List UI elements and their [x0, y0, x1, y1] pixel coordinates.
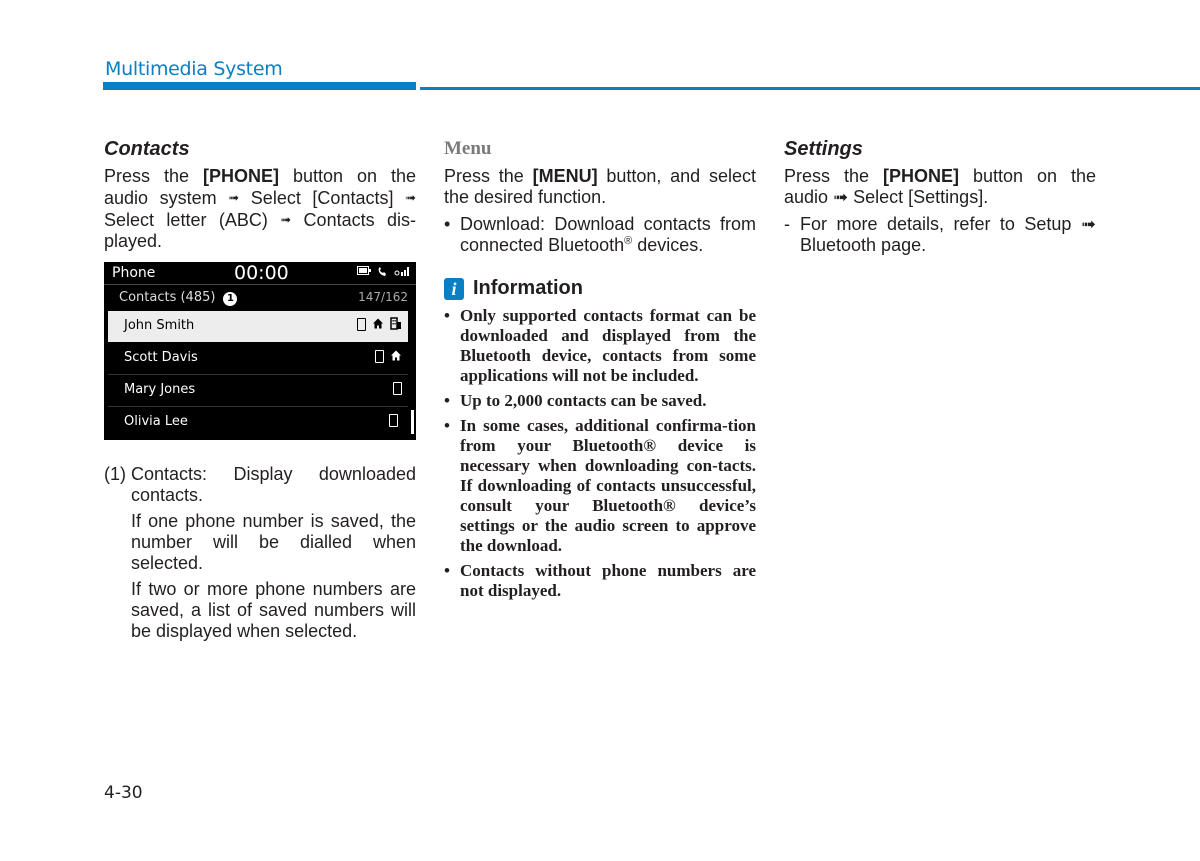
contact-name: Scott Davis [124, 350, 198, 365]
menu-bullets: Download: Download contacts from connect… [444, 214, 756, 255]
settings-heading: Settings [784, 138, 863, 160]
mobile-icon [357, 318, 366, 331]
screen-status-bar: Phone 00:00 [104, 262, 416, 285]
menu-heading: Menu [444, 138, 492, 159]
callout-badge: 1 [223, 292, 238, 306]
contacts-subheader: Contacts (485) 1 147/162 [104, 285, 416, 310]
screen-caption: (1) Contacts: Display downloaded contact… [104, 464, 416, 647]
contacts-heading: Contacts [104, 138, 190, 160]
phone-handset-icon [378, 267, 386, 276]
phone-contacts-screen: Phone 00:00 Contacts (485) 1 147/162 John… [104, 262, 416, 440]
section-header-title: Multimedia System [105, 58, 283, 80]
screen-title: Phone [112, 265, 156, 281]
contacts-page-count: 147/162 [358, 290, 408, 304]
contact-row[interactable]: Mary Jones [108, 375, 408, 407]
caption-paragraph: If one phone number is saved, the number… [131, 511, 416, 573]
contact-row[interactable]: John Smith [108, 311, 408, 342]
information-bullet: In some cases, additional confirma-tion … [444, 416, 756, 556]
signal-icon [394, 267, 409, 276]
settings-intro: Press the [PHONE] button on the audio ➟ … [784, 166, 1096, 207]
information-bullet: Only supported contacts format can be do… [444, 306, 756, 386]
caption-number: (1) [104, 464, 126, 484]
home-icon [391, 350, 401, 361]
menu-column: Menu Press the [MENU] button, and select… [444, 136, 756, 606]
mobile-icon [375, 350, 384, 363]
office-icon [390, 317, 401, 330]
arrow-icon: ➟ [228, 190, 240, 205]
contacts-intro: Press the [PHONE] button on the audio sy… [104, 166, 416, 251]
battery-icon [357, 266, 371, 275]
page-number: 4-30 [104, 783, 143, 803]
information-title: Information [473, 277, 583, 299]
menu-intro: Press the [MENU] button, and select the … [444, 166, 756, 207]
header-rule-thick [103, 82, 416, 90]
menu-bullet: Download: Download contacts from connect… [444, 214, 756, 255]
mobile-icon [389, 414, 398, 427]
caption-paragraph: If two or more phone numbers are saved, … [131, 579, 416, 641]
contact-name: Olivia Lee [124, 414, 188, 429]
contact-name: John Smith [124, 318, 195, 333]
information-bullets: Only supported contacts format can be do… [444, 306, 756, 601]
information-bullet: Contacts without phone numbers are not d… [444, 561, 756, 601]
settings-notes: For more details, refer to Setup ➟ Bluet… [784, 214, 1096, 255]
info-icon: i [444, 277, 464, 300]
settings-note: For more details, refer to Setup ➟ Bluet… [784, 214, 1096, 255]
settings-column: Settings Press the [PHONE] button on the… [784, 136, 1096, 259]
information-header: i Information [444, 277, 756, 300]
home-icon [373, 318, 383, 329]
contacts-count-label: Contacts (485) 1 [119, 290, 238, 306]
contact-row[interactable]: Scott Davis [108, 343, 408, 375]
arrow-icon: ➟ [405, 190, 416, 205]
information-bullet: Up to 2,000 contacts can be saved. [444, 391, 756, 411]
contact-row[interactable]: Olivia Lee [108, 407, 408, 438]
header-rule-thin [420, 87, 1200, 90]
mobile-icon [393, 382, 402, 395]
scrollbar[interactable] [411, 410, 414, 434]
screen-clock: 00:00 [234, 262, 289, 284]
caption-paragraph: Contacts: Display downloaded contacts. [131, 464, 416, 505]
arrow-icon: ➟ [280, 212, 292, 227]
contact-name: Mary Jones [124, 382, 196, 397]
